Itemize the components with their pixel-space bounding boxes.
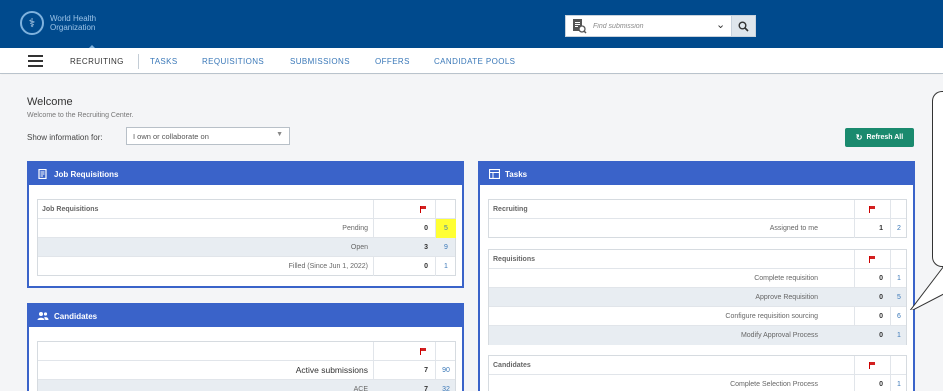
tasks-title: Tasks — [505, 169, 528, 179]
job-requisitions-table: Job Requisitions Pending 0 5 Open 3 9 Fi… — [37, 199, 456, 276]
ace-link[interactable]: 32 — [436, 380, 456, 391]
table-row: Approve Requisition 0 5 — [489, 288, 906, 307]
tasks-table-icon — [488, 169, 500, 179]
candidates-title: Candidates — [54, 311, 98, 321]
refresh-icon: ↻ — [855, 133, 863, 142]
table-header-row: Requisitions — [489, 250, 906, 269]
recruiting-center-content: Welcome Welcome to the Recruiting Center… — [0, 75, 943, 391]
tasks-recruiting-table: Recruiting Assigned to me 1 2 — [488, 199, 907, 238]
nav-divider — [138, 54, 139, 69]
table-row: Complete requisition 0 1 — [489, 269, 906, 288]
candidates-table: Active submissions 7 90 ACE 7 32 — [37, 341, 456, 391]
users-icon — [37, 311, 49, 321]
tasks-panel: Tasks Recruiting Assigned to me 1 2 Requ… — [478, 161, 915, 391]
tab-tasks[interactable]: TASKS — [150, 57, 178, 66]
find-submission-search: ⌄ — [565, 15, 756, 37]
filled-link[interactable]: 1 — [436, 257, 456, 276]
dropdown-arrow-icon: ▼ — [276, 131, 283, 138]
table-header-row: Job Requisitions — [38, 200, 455, 219]
assigned-to-me-link[interactable]: 2 — [891, 219, 907, 238]
table-row: Configure requisition sourcing 0 6 — [489, 307, 906, 326]
search-input[interactable] — [593, 22, 708, 30]
tab-candidate-pools[interactable]: CANDIDATE POOLS — [434, 57, 515, 66]
show-information-label: Show information for: — [27, 133, 103, 142]
tab-offers[interactable]: OFFERS — [375, 57, 410, 66]
active-submissions-link[interactable]: 90 — [436, 361, 456, 380]
tab-submissions[interactable]: SUBMISSIONS — [290, 57, 350, 66]
job-requisitions-panel: Job Requisitions Job Requisitions Pendin… — [27, 161, 464, 288]
flag-icon — [869, 361, 876, 369]
show-information-select[interactable]: I own or collaborate on ▼ — [126, 127, 290, 145]
chevron-down-icon[interactable]: ⌄ — [716, 18, 725, 31]
tasks-requisitions-table: Requisitions Complete requisition 0 1 Ap… — [488, 249, 907, 345]
tab-recruiting[interactable]: RECRUITING — [70, 57, 124, 66]
section-label: Job Requisitions — [42, 206, 99, 213]
page-title: Welcome — [27, 96, 73, 108]
open-link[interactable]: 9 — [436, 238, 456, 257]
candidates-panel: Candidates Active submissions 7 90 ACE 7… — [27, 303, 464, 391]
table-row: Active submissions 7 90 — [38, 361, 455, 380]
flag-icon — [869, 205, 876, 213]
table-row: Filled (Since Jun 1, 2022) 0 1 — [38, 257, 455, 276]
requisition-document-icon — [37, 169, 49, 179]
table-header-row: Candidates — [489, 356, 906, 375]
app-header: ⚕ World Health Organization ⌄ — [0, 0, 943, 49]
table-row: Open 3 9 — [38, 238, 455, 257]
table-row: Complete Selection Process 0 1 — [489, 375, 906, 391]
table-header-row: Recruiting — [489, 200, 906, 219]
search-icon — [738, 21, 749, 32]
annotation-pointer — [909, 266, 943, 310]
table-row: Pending 0 5 — [38, 219, 456, 238]
refresh-all-button[interactable]: ↻ Refresh All — [845, 128, 914, 147]
who-emblem-icon: ⚕ — [20, 11, 44, 35]
org-name-line1: World Health — [50, 14, 97, 23]
flag-icon — [420, 347, 427, 355]
main-navigation: RECRUITING TASKS REQUISITIONS SUBMISSION… — [0, 48, 943, 74]
flag-icon — [869, 255, 876, 263]
org-name-line2: Organization — [50, 23, 96, 32]
job-requisitions-title: Job Requisitions — [54, 169, 119, 179]
pending-link[interactable]: 5 — [436, 219, 456, 238]
tasks-candidates-table: Candidates Complete Selection Process 0 … — [488, 355, 907, 391]
search-button[interactable] — [731, 16, 755, 36]
modify-approval-link[interactable]: 1 — [891, 326, 907, 345]
complete-selection-link[interactable]: 1 — [891, 375, 907, 391]
show-information-value: I own or collaborate on — [133, 132, 209, 141]
table-header-row — [38, 342, 455, 361]
tab-requisitions[interactable]: REQUISITIONS — [202, 57, 264, 66]
page-subtitle: Welcome to the Recruiting Center. — [27, 112, 134, 119]
table-row: Assigned to me 1 2 — [489, 219, 906, 238]
table-row: Modify Approval Process 0 1 — [489, 326, 906, 345]
flag-icon — [420, 205, 427, 213]
annotation-callout — [932, 91, 943, 267]
refresh-all-label: Refresh All — [866, 134, 904, 141]
who-logo[interactable]: ⚕ World Health Organization — [20, 11, 96, 35]
hamburger-menu-icon[interactable] — [28, 55, 43, 67]
table-row: ACE 7 32 — [38, 380, 455, 391]
submission-document-icon — [573, 19, 587, 34]
